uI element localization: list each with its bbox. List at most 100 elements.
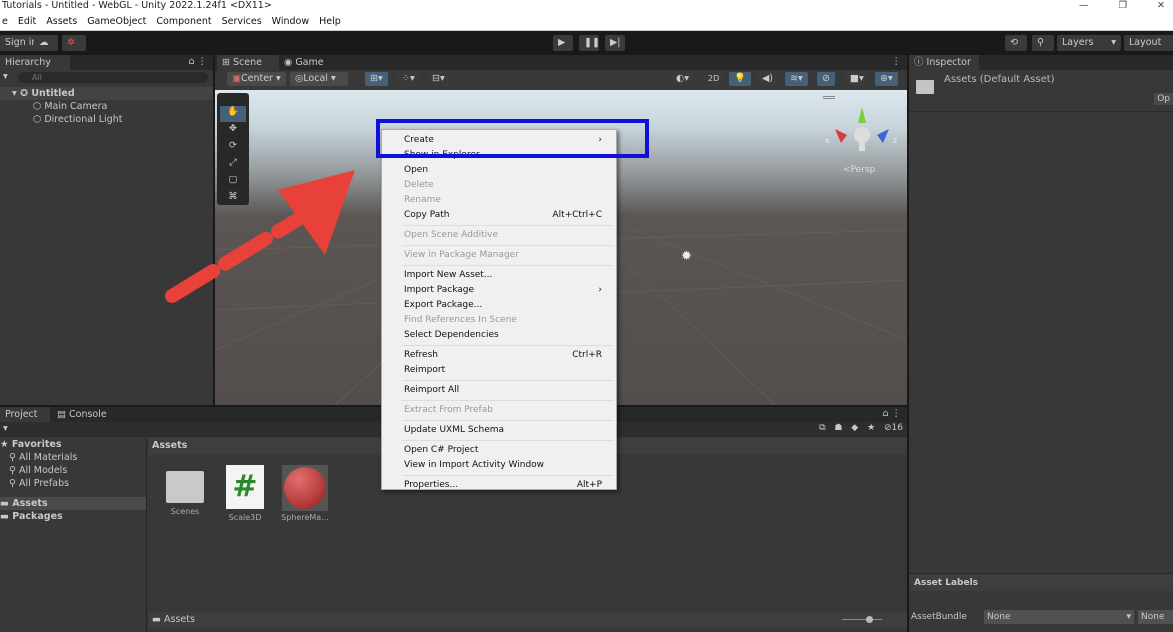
asset-title: Assets (Default Asset) [944, 74, 1055, 85]
menu-assets[interactable]: Assets [46, 13, 77, 30]
folder-icon: ▬ [152, 614, 161, 625]
space-dropdown[interactable]: ◎Local ▾ [290, 72, 348, 86]
context-menu-item[interactable]: Copy Path Alt+Ctrl+C [382, 208, 616, 223]
history-icon[interactable]: ⟲ [1005, 35, 1027, 51]
hand-tool-icon[interactable]: ✋ [220, 106, 246, 122]
context-menu-item[interactable]: Open C# Project [382, 443, 616, 458]
search-icon[interactable]: ⚲ [1032, 35, 1054, 51]
orientation-gizmo[interactable]: x z [825, 105, 900, 155]
asset-label: Scale3D [228, 513, 262, 522]
asset-label: Scenes [170, 507, 200, 516]
lighting-toggle-icon[interactable]: 💡 [729, 72, 751, 86]
layers-dropdown[interactable]: Layers ▾ [1057, 35, 1121, 51]
tab-console[interactable]: ▤ Console [52, 407, 112, 422]
icon-size-slider[interactable] [842, 616, 882, 623]
more-icon[interactable]: ⋮ [892, 56, 902, 67]
context-menu-item[interactable]: Refresh Ctrl+R [382, 348, 616, 363]
footer-path: Assets [164, 614, 195, 625]
lock-icon[interactable]: ⌂ ⋮ [188, 56, 207, 67]
play-button[interactable]: ▶ [553, 35, 573, 51]
menu-services[interactable]: Services [222, 13, 262, 30]
asset-item-script[interactable]: # Scale3D [220, 465, 270, 522]
step-button[interactable]: ▶| [605, 35, 625, 51]
favorite-item[interactable]: ⚲ All Models [0, 464, 146, 477]
tab-game[interactable]: ◉ Game [279, 55, 329, 70]
tab-inspector[interactable]: ⓘ Inspector [909, 55, 979, 70]
gizmos-dropdown[interactable]: ⊕▾ [875, 72, 898, 86]
shading-dropdown[interactable]: ◐▾ [671, 72, 695, 86]
camera-dropdown[interactable]: ■▾ [845, 72, 869, 86]
light-gizmo-icon[interactable]: ✹ [681, 249, 692, 264]
context-menu-item[interactable]: Reimport [382, 363, 616, 378]
menu-file[interactable]: e [2, 13, 8, 30]
assets-root-item[interactable]: ▬ Assets [0, 497, 146, 510]
menu-item-label: Open Scene Additive [404, 230, 499, 240]
asset-bundle-dropdown[interactable]: None ▾ [984, 610, 1134, 624]
cloud-icon[interactable]: ☁ [34, 35, 58, 51]
pivot-dropdown[interactable]: ▣Center ▾ [227, 72, 286, 86]
lock-icon[interactable]: ⌂ ⋮ [882, 408, 901, 419]
hidden-objects-icon[interactable]: ⊘ [817, 72, 835, 86]
folder-icon [166, 471, 204, 503]
close-button[interactable]: ✕ [1157, 0, 1165, 13]
hierarchy-item[interactable]: ⬡ Directional Light [0, 113, 213, 126]
context-menu-item[interactable]: Import New Asset... [382, 268, 616, 283]
minimize-button[interactable]: — [1079, 0, 1089, 13]
favorite-item[interactable]: ⚲ All Prefabs [0, 477, 146, 490]
context-menu-item[interactable]: Open [382, 163, 616, 178]
menu-item-label: Open [404, 165, 429, 175]
collab-icon[interactable]: ✲ [62, 35, 86, 51]
pause-button[interactable]: ❚❚ [579, 35, 600, 51]
snap-dropdown[interactable]: ⁘▾ [397, 72, 420, 86]
hierarchy-item[interactable]: ⬡ Main Camera [0, 100, 213, 113]
add-dropdown-icon[interactable]: ▾ [3, 71, 8, 82]
open-button[interactable]: Op [1154, 93, 1173, 105]
grid-snap-dropdown[interactable]: ⊞▾ [365, 72, 388, 86]
create-dropdown-icon[interactable]: ▾ [3, 423, 8, 434]
annotation-highlight-box [376, 119, 649, 158]
menu-item-label: Copy Path [404, 210, 450, 220]
layout-dropdown[interactable]: Layout [1124, 35, 1173, 51]
asset-item-material[interactable]: SphereMa... [280, 465, 330, 522]
tab-project[interactable]: Project [0, 407, 50, 422]
context-menu-item[interactable]: View in Import Activity Window [382, 458, 616, 473]
audio-toggle-icon[interactable]: ◀) [757, 72, 779, 86]
drag-handle-icon[interactable] [823, 96, 835, 99]
effects-dropdown[interactable]: ≋▾ [785, 72, 808, 86]
tab-hierarchy[interactable]: Hierarchy [0, 55, 70, 70]
menu-edit[interactable]: Edit [18, 13, 36, 30]
inspector-tabbar: ⓘ Inspector [909, 55, 1173, 70]
menu-help[interactable]: Help [319, 13, 341, 30]
favorite-item[interactable]: ⚲ All Materials [0, 451, 146, 464]
context-menu-item[interactable]: Select Dependencies [382, 328, 616, 343]
context-menu-item[interactable]: Import Package › [382, 283, 616, 298]
packages-root-item[interactable]: ▬ Packages [0, 510, 146, 523]
menu-item-shortcut: Ctrl+R [572, 350, 602, 360]
context-menu-item[interactable]: Reimport All [382, 383, 616, 398]
maximize-button[interactable]: ❐ [1119, 0, 1128, 13]
increment-snap-dropdown[interactable]: ⊟▾ [427, 72, 450, 86]
menu-separator [402, 245, 614, 246]
context-menu-item[interactable]: Export Package... [382, 298, 616, 313]
hierarchy-search-input[interactable]: All [18, 72, 208, 83]
menu-gameobject[interactable]: GameObject [87, 13, 146, 30]
window-title: Tutorials - Untitled - WebGL - Unity 202… [0, 0, 1173, 13]
favorites-item[interactable]: ★ Favorites [0, 438, 146, 451]
asset-labels-header[interactable]: Asset Labels [909, 573, 1173, 591]
menu-item-shortcut: Alt+P [576, 480, 602, 490]
2d-toggle[interactable]: 2D [703, 72, 725, 86]
menu-window[interactable]: Window [272, 13, 309, 30]
context-menu-item[interactable]: Properties... Alt+P [382, 478, 616, 493]
asset-item-folder[interactable]: Scenes [160, 465, 210, 516]
menu-component[interactable]: Component [156, 13, 211, 30]
scene-root-item[interactable]: ▾ ✪ Untitled [0, 87, 213, 100]
project-filter-icons[interactable]: ⧉ ☗ ◆ ★ ⊘16 [819, 423, 903, 433]
context-menu-item[interactable]: Update UXML Schema [382, 423, 616, 438]
projection-toggle[interactable]: <Persp [843, 165, 875, 175]
rotate-tool-icon[interactable]: ⟳ [220, 140, 246, 156]
tab-scene[interactable]: ⊞ Scene [217, 55, 279, 70]
move-tool-icon[interactable]: ✥ [220, 123, 246, 139]
slider-thumb[interactable] [866, 616, 873, 623]
asset-variant-dropdown[interactable]: None [1138, 610, 1173, 624]
scene-tabbar: ⊞ Scene ◉ Game ⋮ [215, 55, 907, 70]
